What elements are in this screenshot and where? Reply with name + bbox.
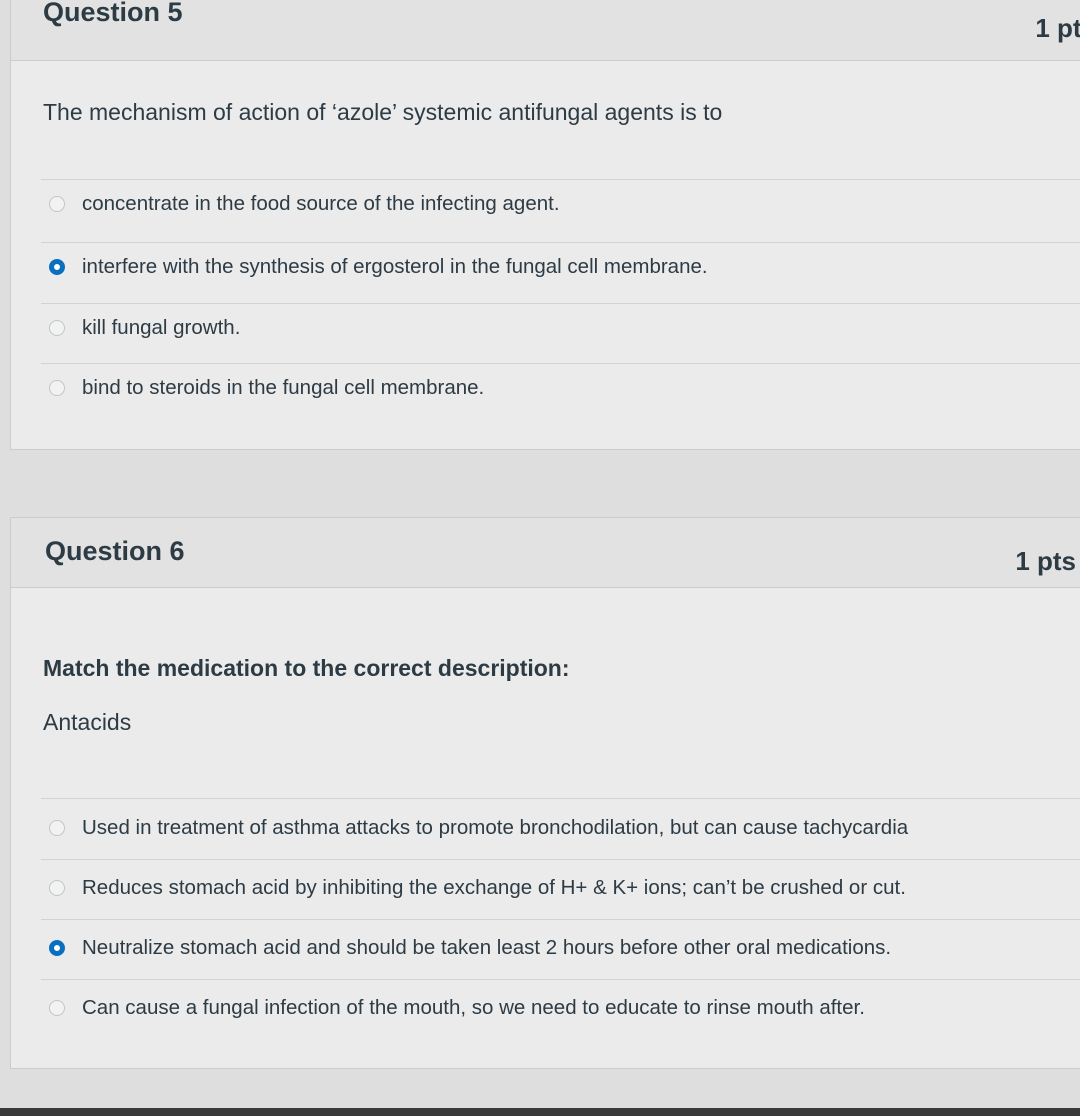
screen-bottom-edge xyxy=(0,1108,1080,1116)
radio-button[interactable] xyxy=(49,1000,65,1016)
radio-button-selected[interactable] xyxy=(49,259,65,275)
answer-option-2[interactable]: Reduces stomach acid by inhibiting the e… xyxy=(49,868,1080,908)
question-points: 1 pts xyxy=(1035,13,1080,43)
answer-option-4[interactable]: bind to steroids in the fungal cell memb… xyxy=(49,368,1080,408)
answer-divider xyxy=(41,303,1080,304)
answer-divider xyxy=(41,179,1080,180)
answer-label: Can cause a fungal infection of the mout… xyxy=(82,996,865,1019)
answer-divider xyxy=(41,798,1080,799)
answer-option-1[interactable]: concentrate in the food source of the in… xyxy=(49,184,1080,224)
question-5-card: Question 5 1 pts The mechanism of action… xyxy=(10,0,1080,450)
answer-label: bind to steroids in the fungal cell memb… xyxy=(82,376,485,399)
radio-button[interactable] xyxy=(49,196,65,212)
radio-button[interactable] xyxy=(49,880,65,896)
answer-option-2[interactable]: interfere with the synthesis of ergoster… xyxy=(49,247,1080,287)
answer-option-3[interactable]: kill fungal growth. xyxy=(49,308,1080,348)
answer-divider xyxy=(41,363,1080,364)
question-prompt: Match the medication to the correct desc… xyxy=(43,655,570,681)
radio-button[interactable] xyxy=(49,820,65,836)
question-subprompt: Antacids xyxy=(43,709,132,735)
question-points: 1 pts xyxy=(1015,546,1076,576)
answer-divider xyxy=(41,979,1080,980)
question-title: Question 6 xyxy=(45,536,185,566)
answer-option-3[interactable]: Neutralize stomach acid and should be ta… xyxy=(49,928,1080,968)
answer-label: interfere with the synthesis of ergoster… xyxy=(82,255,708,278)
question-5-header: Question 5 1 pts xyxy=(11,0,1080,61)
question-title: Question 5 xyxy=(43,0,183,27)
question-6-card: Question 6 1 pts Match the medication to… xyxy=(10,517,1080,1069)
answer-divider xyxy=(41,859,1080,860)
question-prompt: The mechanism of action of ‘azole’ syste… xyxy=(43,99,723,125)
radio-button-selected[interactable] xyxy=(49,940,65,956)
answer-option-1[interactable]: Used in treatment of asthma attacks to p… xyxy=(49,808,1080,848)
answer-label: Used in treatment of asthma attacks to p… xyxy=(82,816,909,839)
answer-option-4[interactable]: Can cause a fungal infection of the mout… xyxy=(49,988,1080,1028)
radio-button[interactable] xyxy=(49,320,65,336)
answer-divider xyxy=(41,919,1080,920)
answer-divider xyxy=(41,242,1080,243)
answer-label: Reduces stomach acid by inhibiting the e… xyxy=(82,876,906,899)
answer-label: concentrate in the food source of the in… xyxy=(82,192,560,215)
radio-button[interactable] xyxy=(49,380,65,396)
question-6-header: Question 6 1 pts xyxy=(11,518,1080,588)
answer-label: kill fungal growth. xyxy=(82,316,241,339)
answer-label: Neutralize stomach acid and should be ta… xyxy=(82,936,892,959)
